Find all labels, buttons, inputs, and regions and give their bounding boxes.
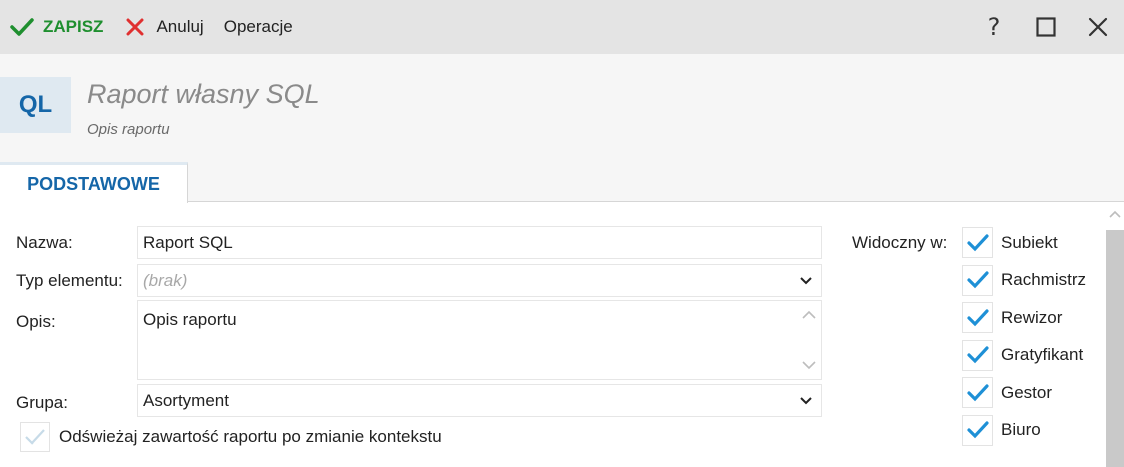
- close-button[interactable]: [1072, 0, 1124, 54]
- cancel-label: Anuluj: [156, 17, 204, 36]
- refresh-label: Odświeżaj zawartość raportu po zmianie k…: [59, 427, 442, 446]
- operations-label: Operacje: [223, 17, 293, 36]
- tab-podstawowe[interactable]: PODSTAWOWE: [0, 162, 188, 203]
- checkmark-icon: [25, 429, 45, 445]
- save-button[interactable]: ZAPISZ: [10, 0, 103, 54]
- group-select[interactable]: Asortyment: [137, 384, 822, 417]
- x-icon: [126, 18, 144, 36]
- gratyfikant-checkbox[interactable]: [962, 339, 993, 371]
- operations-menu[interactable]: Operacje: [224, 0, 293, 54]
- description-value: Opis raportu: [143, 310, 237, 329]
- rewizor-checkbox[interactable]: [962, 302, 993, 334]
- visible-in-list: Subiekt Rachmistrz Rewizor Gratyfikant G…: [962, 224, 1086, 449]
- chevron-up-icon[interactable]: [801, 309, 817, 321]
- visible-in-label: Widoczny w:: [852, 233, 948, 252]
- window-controls: ?: [968, 0, 1124, 54]
- type-select[interactable]: (brak): [137, 264, 822, 297]
- save-label: ZAPISZ: [43, 17, 104, 36]
- report-title: Raport własny SQL: [87, 79, 320, 109]
- name-value: Raport SQL: [143, 232, 233, 252]
- biuro-checkbox[interactable]: [962, 414, 993, 446]
- checkmark-icon: [966, 384, 989, 402]
- checkmark-icon: [10, 18, 34, 36]
- rewizor-label: Rewizor: [1001, 307, 1063, 327]
- chevron-down-icon: [800, 397, 812, 405]
- toolbar: ZAPISZ Anuluj Operacje ?: [0, 0, 1124, 54]
- group-label: Grupa:: [16, 393, 68, 412]
- chevron-down-icon[interactable]: [801, 359, 817, 371]
- chevron-down-icon: [800, 277, 812, 285]
- visible-gratyfikant[interactable]: Gratyfikant: [962, 337, 1086, 375]
- visible-subiekt[interactable]: Subiekt: [962, 224, 1086, 262]
- name-label: Nazwa:: [16, 233, 73, 252]
- rachmistrz-label: Rachmistrz: [1001, 270, 1087, 290]
- gratyfikant-label: Gratyfikant: [1001, 345, 1084, 365]
- gestor-label: Gestor: [1001, 382, 1053, 402]
- gestor-checkbox[interactable]: [962, 377, 993, 409]
- rachmistrz-checkbox[interactable]: [962, 264, 993, 296]
- subiekt-checkbox[interactable]: [962, 227, 993, 259]
- biuro-label: Biuro: [1001, 420, 1041, 440]
- name-input[interactable]: Raport SQL: [137, 226, 822, 259]
- close-icon: [1088, 17, 1108, 37]
- report-description: Opis raportu: [87, 121, 170, 138]
- report-header: QL Raport własny SQL Opis raportu: [0, 54, 1124, 160]
- description-textarea[interactable]: Opis raportu: [137, 300, 822, 380]
- maximize-button[interactable]: [1020, 0, 1072, 54]
- visible-rewizor[interactable]: Rewizor: [962, 299, 1086, 337]
- checkmark-icon: [966, 309, 989, 327]
- help-button[interactable]: ?: [968, 0, 1020, 54]
- cancel-button[interactable]: Anuluj: [125, 0, 204, 54]
- checkmark-icon: [966, 346, 989, 364]
- scrollbar-thumb[interactable]: [1106, 230, 1124, 467]
- checkmark-icon: [966, 271, 989, 289]
- report-type-badge: QL: [0, 77, 71, 133]
- visible-biuro[interactable]: Biuro: [962, 412, 1086, 450]
- type-value: (brak): [143, 270, 188, 290]
- tab-bar: PODSTAWOWE: [0, 160, 1124, 203]
- refresh-checkbox-row[interactable]: Odświeżaj zawartość raportu po zmianie k…: [20, 422, 442, 452]
- type-label: Typ elementu:: [16, 271, 123, 290]
- group-value: Asortyment: [143, 390, 229, 410]
- checkmark-icon: [966, 421, 989, 439]
- subiekt-label: Subiekt: [1001, 232, 1058, 252]
- visible-gestor[interactable]: Gestor: [962, 374, 1086, 412]
- question-icon: ?: [987, 13, 1001, 41]
- refresh-checkbox[interactable]: [20, 422, 50, 452]
- description-label: Opis:: [16, 312, 56, 331]
- checkmark-icon: [966, 234, 989, 252]
- visible-rachmistrz[interactable]: Rachmistrz: [962, 262, 1086, 300]
- square-icon: [1036, 17, 1056, 37]
- chevron-up-icon[interactable]: [1108, 209, 1122, 219]
